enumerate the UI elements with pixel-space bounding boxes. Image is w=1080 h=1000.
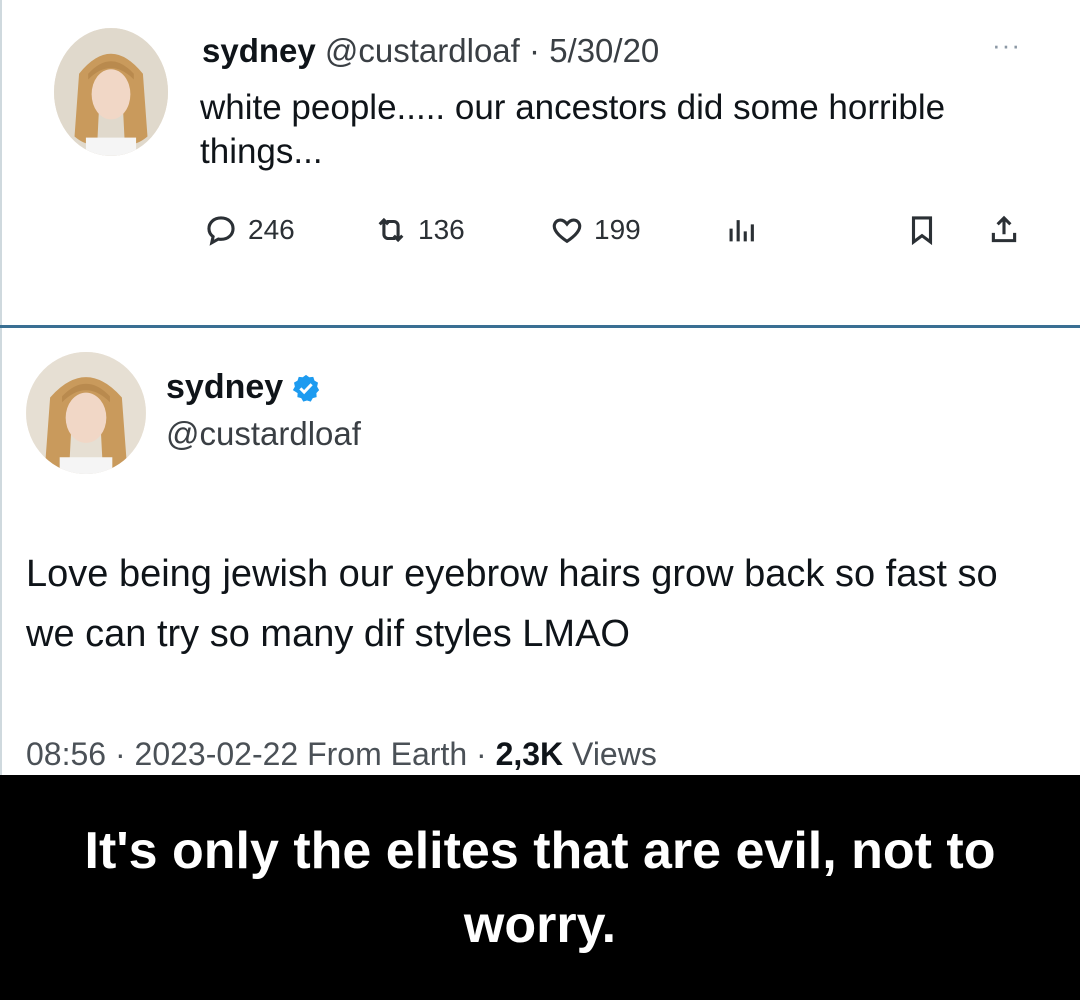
retweet-button[interactable]: 136 <box>374 213 465 247</box>
share-button[interactable] <box>987 213 1021 247</box>
verified-badge-icon <box>293 374 320 402</box>
views-count: 2,3K <box>495 736 564 772</box>
separator: · <box>476 736 487 772</box>
tweet-header: sydney @custardloaf · 5/30/20 <box>202 30 659 72</box>
separator: · <box>529 32 541 69</box>
like-count: 199 <box>594 214 641 245</box>
bookmark-button[interactable] <box>905 213 939 247</box>
tweet-time[interactable]: 08:56 <box>26 736 106 772</box>
reply-count: 246 <box>248 214 295 245</box>
display-name[interactable]: sydney <box>166 368 283 407</box>
tweet-card-1: sydney @custardloaf · 5/30/20 ··· white … <box>0 0 1080 325</box>
avatar[interactable] <box>26 352 146 474</box>
avatar-photo <box>26 352 146 474</box>
handle[interactable]: @custardloaf <box>166 415 361 453</box>
separator: · <box>114 736 126 772</box>
analytics-icon <box>729 220 754 242</box>
tweet-actions: 246 136 199 <box>2 213 1080 257</box>
tweet-date[interactable]: 2023-02-22 <box>135 736 299 772</box>
tweet-text: Love being jewish our eyebrow hairs grow… <box>26 553 998 655</box>
tweet-text: white people..... our ancestors did some… <box>200 88 946 171</box>
meme-caption: It's only the elites that are evil, not … <box>0 775 1080 1000</box>
like-icon <box>552 218 582 244</box>
views-label: Views <box>572 736 657 772</box>
bookmark-icon <box>911 216 933 246</box>
tweet-meta: 08:56 · 2023-02-22 From Earth · 2,3K Vie… <box>26 736 657 773</box>
analytics-button[interactable] <box>724 213 758 247</box>
reply-button[interactable]: 246 <box>204 213 295 247</box>
retweet-count: 136 <box>418 214 465 245</box>
reply-icon <box>207 216 235 246</box>
more-icon[interactable]: ··· <box>992 30 1021 61</box>
handle[interactable]: @custardloaf <box>325 32 520 69</box>
tweet-source: From Earth <box>307 736 468 772</box>
share-icon <box>991 215 1017 243</box>
retweet-icon <box>378 217 404 243</box>
display-name-row: sydney <box>166 368 321 407</box>
caption-text: It's only the elites that are evil, not … <box>84 821 996 954</box>
tweet-card-2: sydney @custardloaf Love being jewish ou… <box>0 328 1080 775</box>
avatar-photo <box>54 28 168 156</box>
like-button[interactable]: 199 <box>550 213 641 247</box>
display-name[interactable]: sydney <box>202 32 316 69</box>
tweet-date[interactable]: 5/30/20 <box>549 32 659 69</box>
avatar[interactable] <box>54 28 168 156</box>
